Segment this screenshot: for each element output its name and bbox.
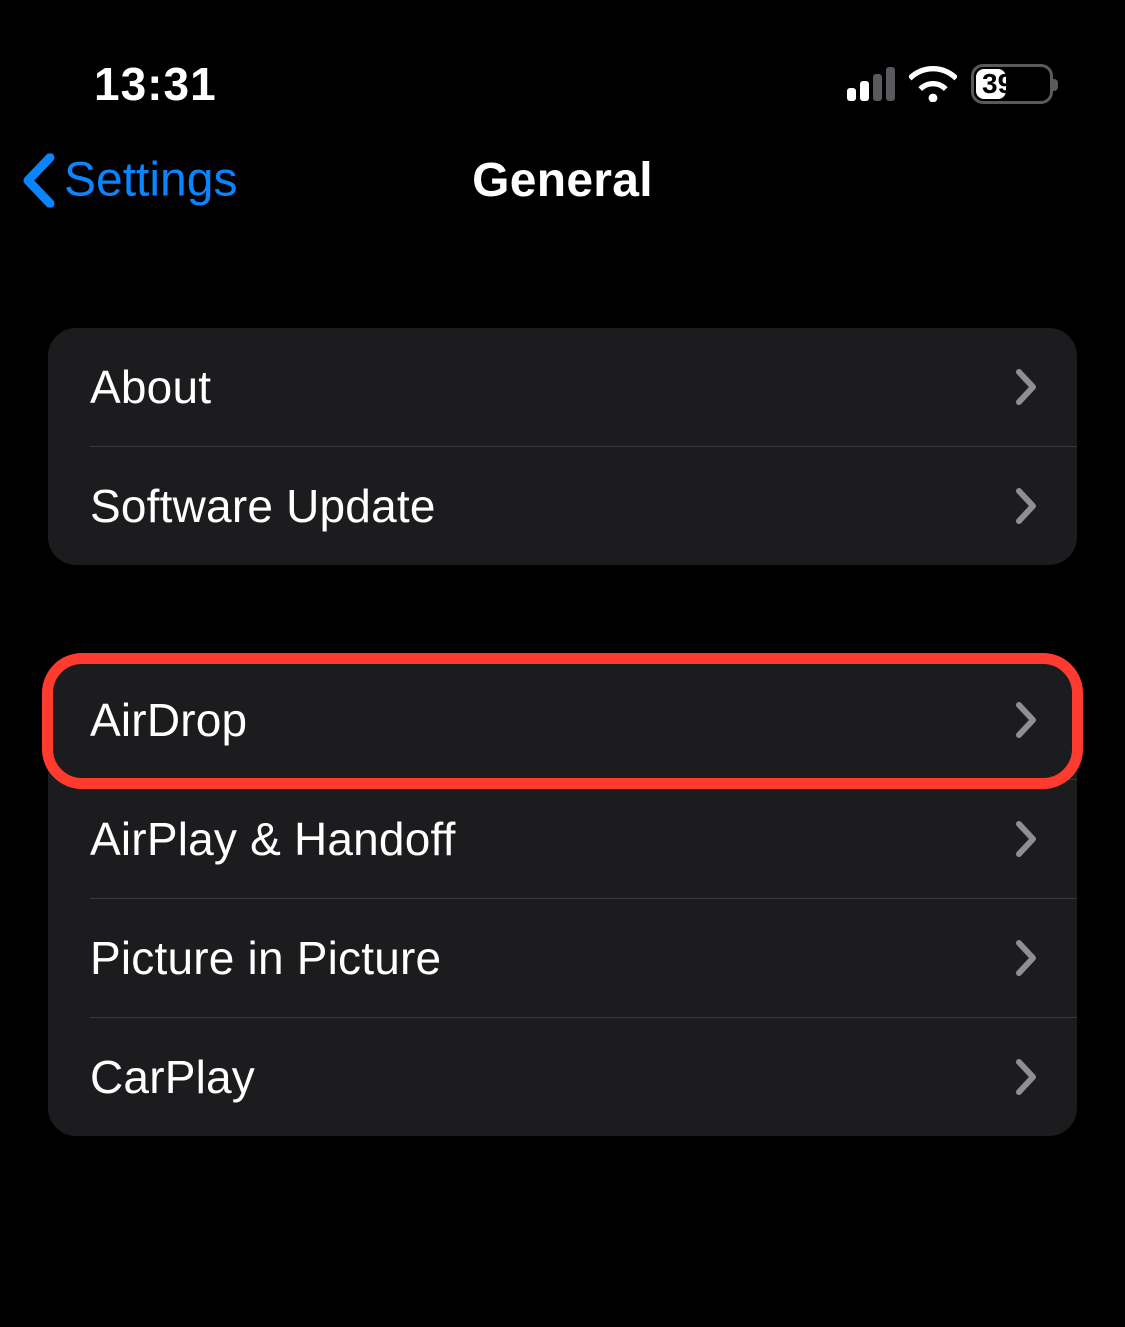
chevron-right-icon xyxy=(1015,487,1037,525)
row-label: Software Update xyxy=(90,479,436,533)
row-carplay[interactable]: CarPlay xyxy=(48,1018,1077,1136)
page-title: General xyxy=(472,153,653,208)
row-airplay-handoff[interactable]: AirPlay & Handoff xyxy=(48,780,1077,898)
chevron-left-icon xyxy=(22,153,56,207)
row-software-update[interactable]: Software Update xyxy=(48,447,1077,565)
cellular-signal-icon xyxy=(847,67,895,101)
settings-group-2: AirDrop AirPlay & Handoff Picture in Pic… xyxy=(48,661,1077,1136)
back-button-label: Settings xyxy=(64,153,237,208)
wifi-icon xyxy=(909,66,957,102)
settings-group-1: About Software Update xyxy=(48,328,1077,565)
status-bar: 13:31 39 xyxy=(0,0,1125,120)
battery-percent-label: 39 xyxy=(974,68,1050,100)
row-picture-in-picture[interactable]: Picture in Picture xyxy=(48,899,1077,1017)
row-label: Picture in Picture xyxy=(90,931,441,985)
chevron-right-icon xyxy=(1015,939,1037,977)
row-about[interactable]: About xyxy=(48,328,1077,446)
row-airdrop[interactable]: AirDrop xyxy=(48,661,1077,779)
content: About Software Update AirDrop AirPl xyxy=(0,240,1125,1136)
navigation-bar: Settings General xyxy=(0,120,1125,240)
chevron-right-icon xyxy=(1015,368,1037,406)
row-label: AirPlay & Handoff xyxy=(90,812,456,866)
back-button[interactable]: Settings xyxy=(22,153,237,208)
row-label: About xyxy=(90,360,211,414)
chevron-right-icon xyxy=(1015,1058,1037,1096)
chevron-right-icon xyxy=(1015,701,1037,739)
row-label: AirDrop xyxy=(90,693,247,747)
status-time: 13:31 xyxy=(94,57,217,111)
status-indicators: 39 xyxy=(847,64,1053,104)
chevron-right-icon xyxy=(1015,820,1037,858)
row-label: CarPlay xyxy=(90,1050,255,1104)
battery-indicator: 39 xyxy=(971,64,1053,104)
